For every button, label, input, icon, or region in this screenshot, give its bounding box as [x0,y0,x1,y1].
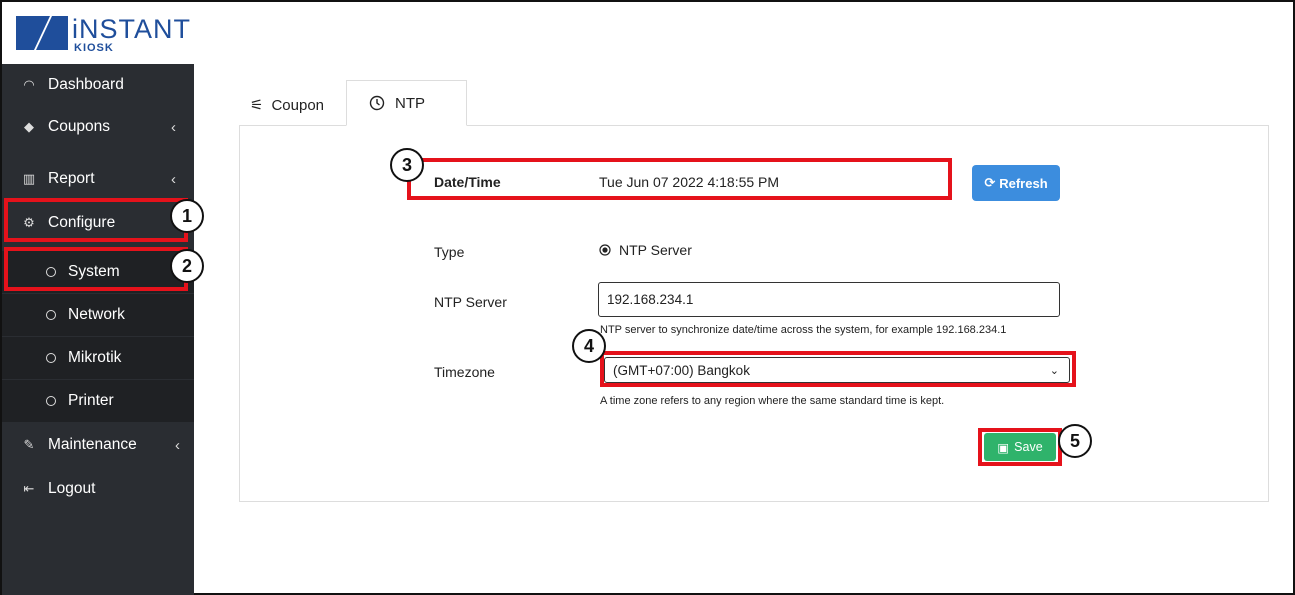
circle-icon [46,353,56,363]
dashboard-icon: ◠ [23,77,35,92]
logout-icon: ⇤ [23,481,35,496]
logo[interactable]: iNSTANT KIOSK [2,2,194,64]
step-badge-4: 4 [572,329,606,363]
type-option-label: NTP Server [619,242,692,258]
circle-icon [46,396,56,406]
sidebar-item-report[interactable]: ▥ Report ‹ [2,158,194,200]
sliders-icon: ⚟ [250,97,264,114]
timezone-label: Timezone [434,364,495,380]
sidebar-item-logout[interactable]: ⇤ Logout [2,468,194,510]
highlight-timezone [600,351,1076,387]
clock-icon [369,95,385,111]
sidebar-sub-label: Printer [68,392,114,409]
sidebar-item-maintenance[interactable]: ✎ Maintenance ‹ [2,424,194,466]
wrench-icon: ✎ [23,437,35,452]
highlight-datetime [407,158,952,200]
tag-icon: ◆ [24,119,34,134]
ntp-server-label: NTP Server [434,294,507,310]
refresh-button[interactable]: ⟳ Refresh [972,165,1060,201]
chevron-left-icon: ‹ [171,170,176,188]
step-badge-2: 2 [170,249,204,283]
sidebar-item-dashboard[interactable]: ◠ Dashboard [2,64,194,106]
sidebar-sub-mikrotik[interactable]: Mikrotik [2,337,194,379]
tab-ntp[interactable]: NTP [346,80,467,126]
sidebar-item-label: Dashboard [48,76,124,93]
chevron-left-icon: ‹ [175,436,180,454]
tab-label: NTP [395,94,425,112]
tab-coupon[interactable]: ⚟ Coupon [250,82,346,128]
sidebar-item-label: Report [48,170,95,187]
refresh-icon: ⟳ [984,175,996,190]
sidebar-item-label: Logout [48,480,96,497]
type-radio[interactable]: NTP Server [599,242,692,258]
sidebar-item-coupons[interactable]: ◆ Coupons ‹ [2,106,194,148]
circle-icon [46,310,56,320]
step-badge-1: 1 [170,199,204,233]
sidebar-sub-printer[interactable]: Printer [2,380,194,422]
sidebar-sub-label: Mikrotik [68,349,122,366]
step-badge-5: 5 [1058,424,1092,458]
highlight-system [4,247,188,291]
highlight-configure [4,198,188,242]
timezone-help-text: A time zone refers to any region where t… [600,395,945,407]
brand-name: iNSTANT [72,14,191,44]
logo-mark-icon [16,16,68,50]
sidebar-sub-label: Network [68,306,125,323]
sidebar-item-label: Coupons [48,118,111,135]
step-badge-3: 3 [390,148,424,182]
sidebar-sub-network[interactable]: Network [2,294,194,336]
top-bar: iNSTANT KIOSK [2,2,1293,64]
brand-sub: KIOSK [74,42,114,54]
type-label: Type [434,244,465,260]
radio-selected-icon [599,244,611,256]
sidebar-item-label: Maintenance [48,436,137,453]
ntp-server-input[interactable]: 192.168.234.1 [598,282,1060,317]
app-window: iNSTANT KIOSK ◠ Dashboard ◆ Coupons ‹ ▥ … [0,0,1295,595]
sidebar: ◠ Dashboard ◆ Coupons ‹ ▥ Report ‹ ⚙ Con… [2,64,194,595]
ntp-server-value: 192.168.234.1 [607,292,694,307]
bar-chart-icon: ▥ [22,171,36,186]
refresh-label: Refresh [999,175,1048,191]
tab-label: Coupon [271,96,324,114]
chevron-left-icon: ‹ [171,118,176,136]
highlight-save [978,428,1062,466]
ntp-help-text: NTP server to synchronize date/time acro… [600,324,1007,336]
